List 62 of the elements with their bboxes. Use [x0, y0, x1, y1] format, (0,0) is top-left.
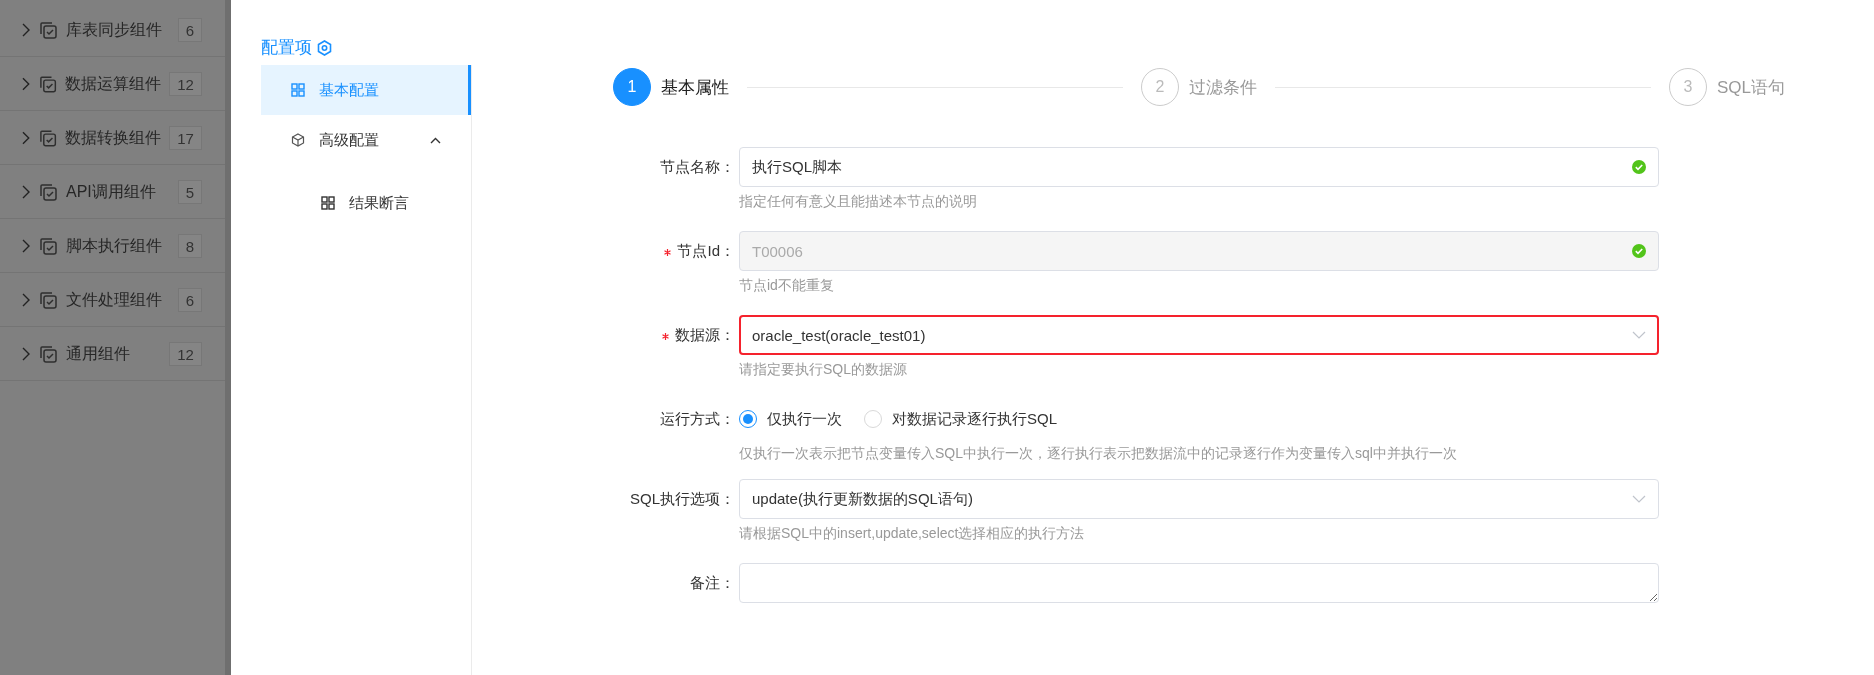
field-label: SQL执行选项：	[629, 489, 736, 509]
caret-down-icon	[1632, 331, 1646, 339]
help-text: 请根据SQL中的insert,update,select选择相应的执行方法	[739, 524, 1086, 543]
required-asterisk-icon	[664, 248, 672, 256]
chevron-right-icon[interactable]	[22, 293, 30, 307]
count-badge: 6	[178, 18, 202, 42]
count-badge: 8	[178, 234, 202, 258]
select-dropdown[interactable]: oracle_test(oracle_test01)	[739, 315, 1659, 355]
chevron-up-icon[interactable]	[430, 136, 441, 144]
component-group-label[interactable]: 数据转换组件	[65, 127, 161, 149]
help-text: 仅执行一次表示把节点变量传入SQL中执行一次，逐行执行表示把数据流中的记录逐行作为变量传入sql中并执行一次	[739, 444, 1458, 463]
count-badge: 17	[169, 126, 202, 150]
radio-option[interactable]: 仅执行一次	[739, 409, 842, 429]
stacked-checkbox-icon	[38, 290, 58, 310]
text-input[interactable]: 执行SQL脚本	[739, 147, 1659, 187]
hexagon-gear-icon	[317, 39, 332, 56]
help-text: 节点id不能重复	[739, 276, 835, 295]
field-label: 运行方式：	[659, 409, 736, 429]
count-badge: 12	[169, 342, 202, 366]
chevron-right-icon[interactable]	[22, 239, 30, 253]
chevron-right-icon[interactable]	[22, 347, 30, 361]
stacked-checkbox-icon	[38, 182, 58, 202]
stacked-checkbox-icon	[38, 20, 58, 40]
check-circle-icon	[1632, 160, 1646, 174]
chevron-right-icon[interactable]	[22, 185, 30, 199]
chevron-right-icon[interactable]	[22, 77, 30, 91]
step[interactable]: 3 SQL语句	[1668, 68, 1785, 106]
field-label: 节点名称：	[659, 157, 736, 177]
chevron-right-icon[interactable]	[22, 131, 30, 145]
step[interactable]: 1 基本属性	[613, 68, 729, 106]
stacked-checkbox-icon	[37, 128, 57, 148]
component-group-label[interactable]: 库表同步组件	[66, 19, 170, 41]
stacked-checkbox-icon	[37, 74, 57, 94]
stacked-checkbox-icon	[38, 236, 58, 256]
field-label: 节点Id：	[620, 231, 739, 271]
component-group-label[interactable]: 脚本执行组件	[66, 235, 170, 257]
component-group-label[interactable]: 数据运算组件	[65, 73, 161, 95]
chevron-right-icon[interactable]	[22, 23, 30, 37]
component-group-label[interactable]: API调用组件	[66, 181, 170, 203]
config-menu-item[interactable]: 结果断言	[261, 173, 471, 233]
field-label: 备注：	[689, 573, 736, 593]
required-asterisk-icon	[662, 332, 669, 340]
stacked-checkbox-icon	[38, 344, 58, 364]
count-badge: 6	[178, 288, 202, 312]
component-group-label[interactable]: 通用组件	[66, 343, 161, 365]
select-dropdown[interactable]: update(执行更新数据的SQL语句)	[739, 479, 1659, 519]
cube-icon	[291, 133, 305, 147]
radio-option[interactable]: 对数据记录逐行执行SQL	[864, 409, 1057, 429]
help-text: 请指定要执行SQL的数据源	[739, 360, 908, 379]
caret-down-icon	[1632, 495, 1646, 503]
check-circle-icon	[1632, 244, 1646, 258]
config-menu-item[interactable]: 基本配置	[261, 65, 471, 115]
count-badge: 5	[178, 180, 202, 204]
config-title: 配置项	[261, 37, 312, 59]
help-text: 指定任何有意义且能描述本节点的说明	[739, 192, 978, 211]
grid-icon	[291, 83, 305, 97]
field-label: 数据源：	[620, 315, 739, 355]
count-badge: 12	[169, 72, 202, 96]
config-menu-item[interactable]: 高级配置	[261, 115, 471, 165]
step[interactable]: 2 过滤条件	[1141, 68, 1257, 106]
grid-icon	[321, 196, 335, 210]
component-group-label[interactable]: 文件处理组件	[66, 289, 170, 311]
